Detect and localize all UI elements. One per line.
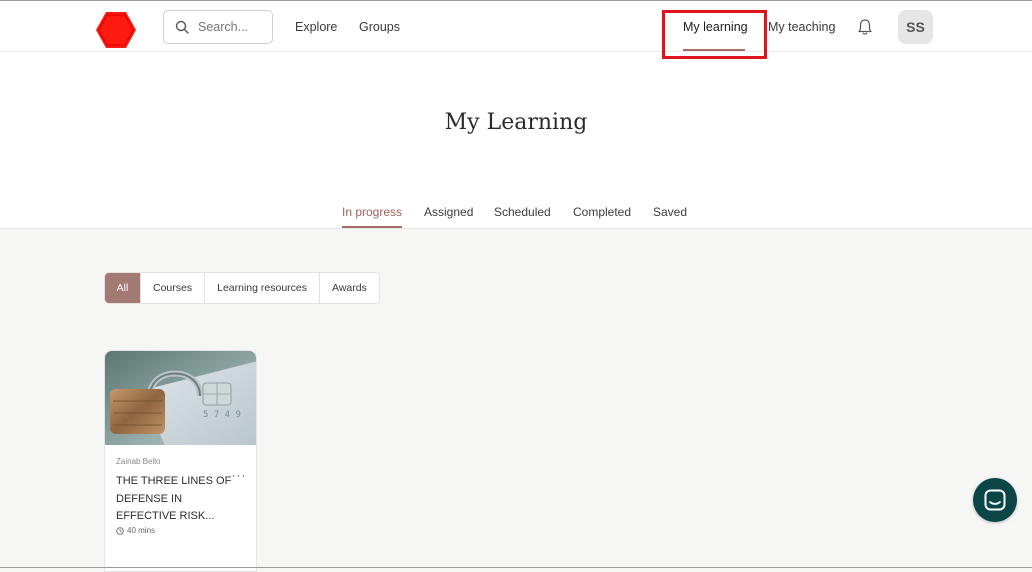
nav-my-teaching[interactable]: My teaching: [768, 20, 835, 34]
nav-explore[interactable]: Explore: [295, 20, 337, 34]
nav-active-indicator: [683, 49, 745, 51]
filter-learning-resources[interactable]: Learning resources: [205, 273, 320, 303]
page-title: My Learning: [444, 110, 588, 135]
tab-active-indicator: [342, 226, 402, 228]
tab-scheduled[interactable]: Scheduled: [494, 205, 551, 219]
search-icon: [175, 20, 189, 34]
nav-groups[interactable]: Groups: [359, 20, 400, 34]
hexagon-logo-icon[interactable]: [95, 11, 137, 49]
user-avatar[interactable]: SS: [898, 10, 933, 44]
search-input[interactable]: [198, 17, 268, 37]
card-duration: 40 mins: [116, 526, 155, 535]
filter-courses[interactable]: Courses: [141, 273, 206, 303]
page-header-section: My Learning In progress Assigned Schedul…: [0, 52, 1032, 229]
tab-saved[interactable]: Saved: [653, 205, 687, 219]
card-title[interactable]: THE THREE LINES OF DEFENSE IN EFFECTIVE …: [116, 473, 234, 526]
filter-awards[interactable]: Awards: [320, 273, 379, 303]
clock-icon: [116, 526, 124, 535]
window-bottom-border: [0, 567, 1032, 568]
more-options-icon[interactable]: ···: [231, 469, 247, 485]
padlock-on-credit-card-image: 5 7 4 9: [105, 351, 256, 445]
bell-icon[interactable]: [857, 18, 873, 36]
card-duration-text: 40 mins: [127, 526, 156, 535]
filter-all[interactable]: All: [105, 273, 141, 303]
top-navigation-bar: Explore Groups My learning My teaching S…: [0, 0, 1032, 52]
tab-in-progress[interactable]: In progress: [342, 205, 402, 219]
search-box[interactable]: [163, 10, 273, 44]
chat-icon: [984, 489, 1006, 511]
filter-segmented-control: All Courses Learning resources Awards: [104, 272, 380, 304]
nav-my-learning[interactable]: My learning: [683, 20, 748, 34]
course-card[interactable]: 5 7 4 9 Zainab Bello THE THREE LINES OF …: [104, 350, 257, 572]
svg-text:5 7 4 9: 5 7 4 9: [203, 410, 241, 420]
tab-completed[interactable]: Completed: [573, 205, 631, 219]
chat-launcher-button[interactable]: [973, 478, 1017, 522]
tab-assigned[interactable]: Assigned: [424, 205, 473, 219]
card-author: Zainab Bello: [116, 457, 161, 466]
